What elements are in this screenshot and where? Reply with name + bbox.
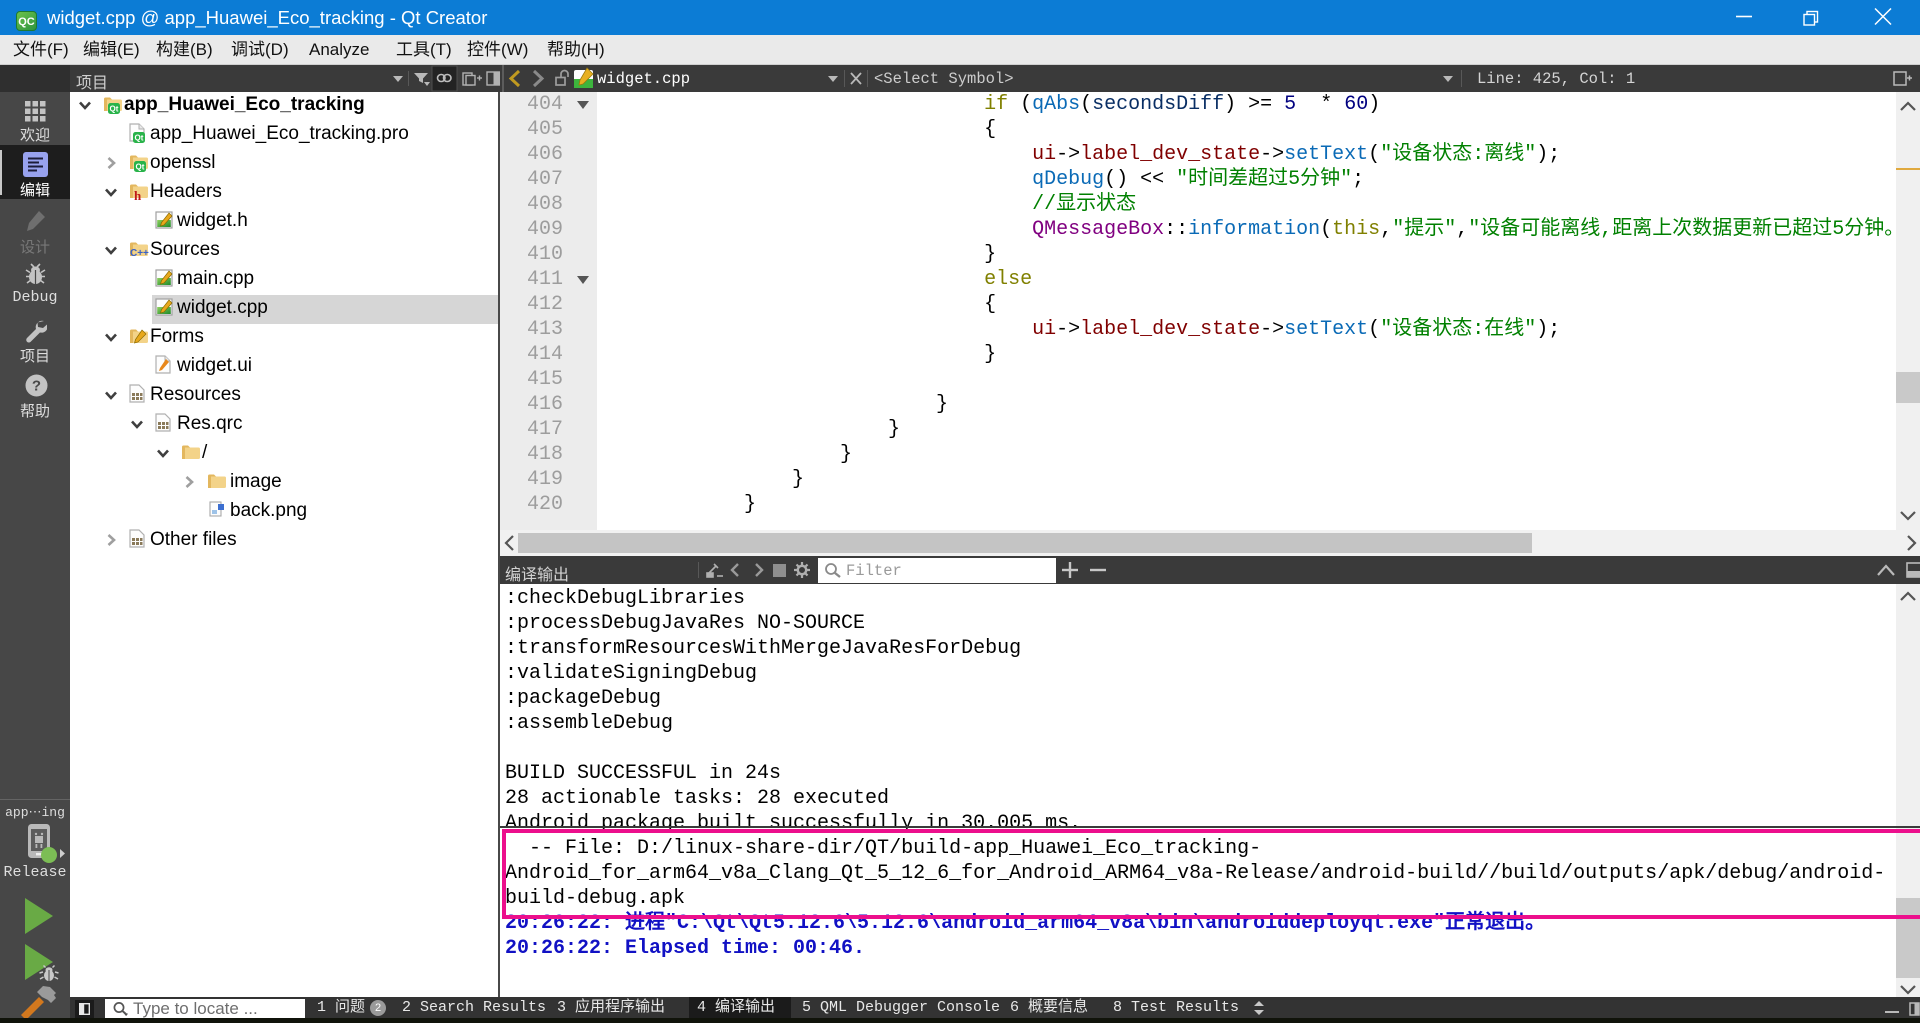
svg-text:?: ? — [32, 378, 41, 395]
